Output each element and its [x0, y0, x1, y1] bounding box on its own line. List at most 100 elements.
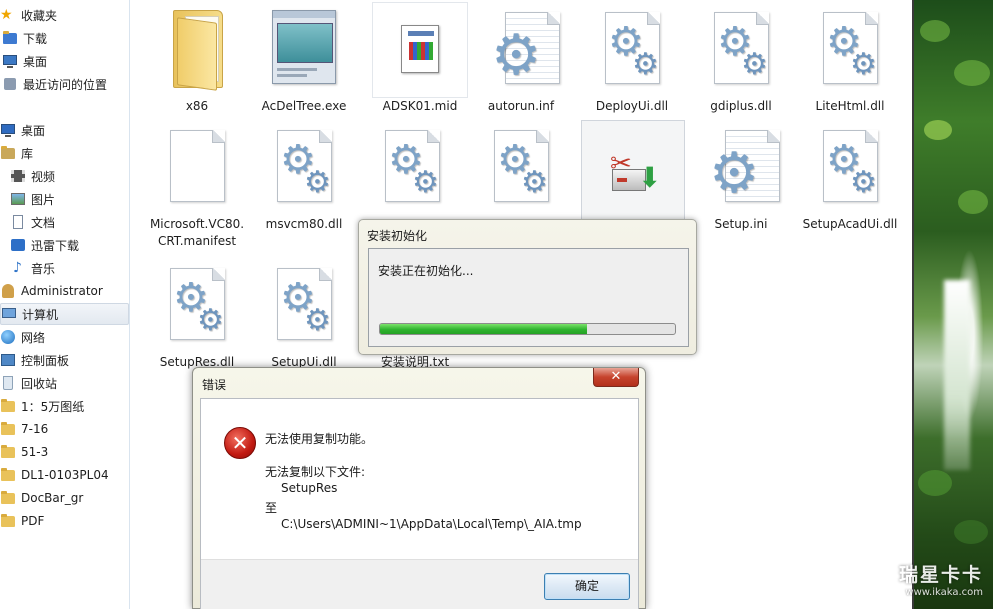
folder-icon: [0, 467, 16, 483]
dialog-title: 错误: [202, 378, 227, 392]
file-item-autorun[interactable]: ⚙ autorun.inf: [468, 2, 574, 115]
nav-item-documents[interactable]: 文档: [0, 211, 129, 233]
error-heading: 无法使用复制功能。: [265, 432, 374, 446]
navigation-pane: ★ 收藏夹 下载 桌面 最近访问的位置 桌面 库 视频 图片 文档 迅雷下载 ♪ 音…: [0, 0, 130, 609]
folder-icon: [0, 513, 16, 529]
file-name: x86: [185, 99, 209, 113]
nav-item-music[interactable]: ♪ 音乐: [0, 257, 129, 279]
desktop-icon: [2, 53, 18, 69]
nav-item-folder-docbar[interactable]: DocBar_gr: [0, 487, 129, 509]
nav-item-label: 51-3: [21, 445, 49, 459]
error-dialog: 错误 ✕ ✕ 无法使用复制功能。 无法复制以下文件: SetupRes 至 C:…: [192, 367, 646, 609]
nav-item-label: 7-16: [21, 422, 49, 436]
nav-item-network[interactable]: 网络: [0, 326, 129, 348]
file-item-hidden-dll-2[interactable]: ⚙ ⚙: [468, 120, 574, 208]
nav-item-recent-places[interactable]: 最近访问的位置: [0, 73, 129, 95]
nav-item-folder-51-3[interactable]: 51-3: [0, 441, 129, 463]
nav-item-videos[interactable]: 视频: [0, 165, 129, 187]
dll-file-icon: ⚙ ⚙: [812, 120, 888, 208]
media-file-icon: [372, 2, 468, 98]
install-progress-dialog: 安装初始化 安装正在初始化...: [358, 219, 697, 355]
dialog-body: ✕ 无法使用复制功能。 无法复制以下文件: SetupRes 至 C:\User…: [200, 398, 639, 609]
nav-item-computer[interactable]: 计算机: [0, 303, 129, 325]
recycle-bin-icon: [0, 375, 16, 391]
dll-file-icon: ⚙ ⚙: [483, 120, 559, 208]
dll-file-icon: ⚙ ⚙: [703, 2, 779, 90]
file-name: LiteHtml.dll: [815, 99, 885, 113]
nav-item-favorites[interactable]: ★ 收藏夹: [0, 4, 129, 26]
nav-item-label: DL1-0103PL04: [21, 468, 109, 482]
file-name: SetupAcadUi.dll: [802, 217, 898, 231]
nav-item-desktop[interactable]: 桌面: [0, 50, 129, 72]
error-file-name: SetupRes: [281, 481, 338, 495]
pictures-icon: [10, 191, 26, 207]
file-item-adsk01[interactable]: ADSK01.mid: [367, 2, 473, 115]
file-name: AcDelTree.exe: [261, 99, 347, 113]
nav-item-desktop-root[interactable]: 桌面: [0, 119, 129, 141]
folder-icon: [0, 398, 16, 414]
dll-file-icon: ⚙ ⚙: [159, 258, 235, 346]
close-icon: ✕: [610, 369, 622, 384]
progress-bar: [379, 323, 676, 335]
folder-icon: [0, 444, 16, 460]
nav-item-administrator[interactable]: Administrator: [0, 280, 129, 302]
file-item-x86[interactable]: x86: [144, 2, 250, 115]
file-item-setupacadui[interactable]: ⚙ ⚙ SetupAcadUi.dll: [797, 120, 903, 233]
nav-item-label: Administrator: [21, 284, 103, 298]
xunlei-download-icon: [10, 237, 26, 253]
dll-file-icon: ⚙ ⚙: [266, 258, 342, 346]
dll-file-icon: ⚙ ⚙: [812, 2, 888, 90]
nav-item-downloads[interactable]: 下载: [0, 27, 129, 49]
file-name: gdiplus.dll: [710, 99, 772, 113]
nav-item-label: 视频: [31, 169, 56, 184]
error-icon: ✕: [224, 427, 256, 459]
nav-item-folder-dl1[interactable]: DL1-0103PL04: [0, 464, 129, 486]
dll-file-icon: ⚙ ⚙: [594, 2, 670, 90]
nav-item-pictures[interactable]: 图片: [0, 188, 129, 210]
video-icon: [10, 168, 26, 184]
nav-item-xunlei-downloads[interactable]: 迅雷下载: [0, 234, 129, 256]
file-name: Microsoft.VC80. CRT.manifest: [149, 217, 245, 248]
nav-item-label: 下载: [23, 31, 48, 46]
computer-icon: [1, 306, 17, 322]
nav-item-label: PDF: [21, 514, 45, 528]
file-item-setup-ini[interactable]: ⚙ Setup.ini: [688, 120, 794, 233]
file-name: Setup.ini: [714, 217, 768, 231]
file-item-vc80-manifest[interactable]: Microsoft.VC80. CRT.manifest: [144, 120, 250, 250]
file-item-deployui[interactable]: ⚙ ⚙ DeployUi.dll: [579, 2, 685, 115]
network-icon: [0, 329, 16, 345]
music-icon: ♪: [13, 260, 22, 276]
file-item-setupui[interactable]: ⚙ ⚙ SetupUi.dll: [251, 258, 357, 371]
user-folder-icon: [0, 283, 16, 299]
close-button[interactable]: ✕: [593, 368, 639, 387]
error-to-label: 至: [265, 501, 278, 515]
file-name: DeployUi.dll: [595, 99, 669, 113]
nav-item-folder-1-5wan[interactable]: 1：5万图纸: [0, 395, 129, 417]
file-item-setup-exe[interactable]: ✂ ⬇: [581, 120, 685, 220]
nav-item-folder-7-16[interactable]: 7-16: [0, 418, 129, 440]
documents-icon: [10, 214, 26, 230]
file-item-hidden-dll-1[interactable]: ⚙ ⚙: [359, 120, 465, 208]
nav-item-label: DocBar_gr: [21, 491, 84, 505]
nav-item-recycle-bin[interactable]: 回收站: [0, 372, 129, 394]
desktop-wallpaper: [912, 0, 993, 609]
nav-item-libraries[interactable]: 库: [0, 142, 129, 164]
folder-icon: [0, 421, 16, 437]
ok-button[interactable]: 确定: [544, 573, 630, 600]
watermark-logo-text: 瑞星卡卡: [898, 564, 983, 586]
file-item-setupres[interactable]: ⚙ ⚙ SetupRes.dll: [144, 258, 250, 371]
nav-item-control-panel[interactable]: 控制面板: [0, 349, 129, 371]
file-item-litehtml[interactable]: ⚙ ⚙ LiteHtml.dll: [797, 2, 903, 115]
library-icon: [0, 145, 16, 161]
blank-file-icon: [159, 120, 235, 208]
nav-item-folder-pdf[interactable]: PDF: [0, 510, 129, 532]
dialog-title: 安装初始化: [367, 229, 428, 243]
nav-item-label: 收藏夹: [21, 8, 58, 23]
nav-item-label: 回收站: [21, 376, 58, 391]
file-item-acdeltree[interactable]: AcDelTree.exe: [251, 2, 357, 115]
nav-item-label: 库: [21, 146, 34, 161]
star-icon: ★: [0, 7, 13, 23]
download-folder-icon: [2, 30, 18, 46]
file-item-msvcm80[interactable]: ⚙ ⚙ msvcm80.dll: [251, 120, 357, 233]
file-item-gdiplus[interactable]: ⚙ ⚙ gdiplus.dll: [688, 2, 794, 115]
